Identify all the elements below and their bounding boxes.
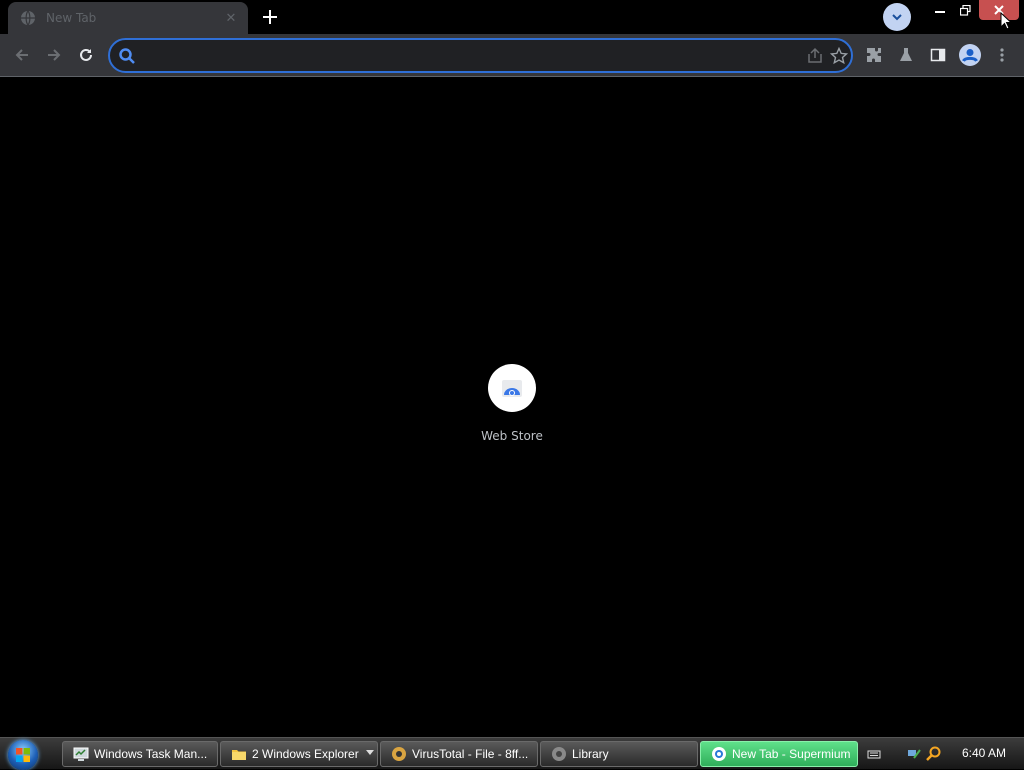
tab-title: New Tab: [46, 11, 97, 25]
profile-button[interactable]: [958, 43, 982, 67]
restore-icon: [959, 4, 971, 16]
taskbar-item-windows-explorer[interactable]: 2 Windows Explorer: [220, 741, 378, 767]
side-panel-button[interactable]: [926, 43, 950, 67]
chevron-down-icon: [892, 14, 902, 21]
menu-button[interactable]: [990, 43, 1014, 67]
taskbar-item-label: New Tab - Supermium: [732, 747, 851, 761]
supermium-icon: [712, 747, 726, 761]
tab-search-button[interactable]: [883, 3, 911, 31]
bookmark-star-icon[interactable]: [830, 47, 848, 65]
taskbar-item-library[interactable]: Library: [540, 741, 698, 767]
forward-button[interactable]: [42, 43, 66, 67]
restore-button[interactable]: [953, 0, 977, 20]
minimize-icon: [935, 11, 945, 13]
start-button[interactable]: [8, 740, 38, 770]
puzzle-icon: [867, 48, 881, 62]
back-button[interactable]: [10, 43, 34, 67]
side-panel-icon: [930, 48, 946, 62]
supermium-icon: [392, 747, 406, 761]
shortcut-label: Web Store: [481, 429, 543, 443]
web-store-icon: [502, 380, 522, 397]
share-icon[interactable]: [806, 47, 824, 65]
address-input[interactable]: [142, 44, 786, 68]
minimize-button[interactable]: [928, 0, 952, 20]
taskbar-item-new-tab-supermium[interactable]: New Tab - Supermium: [700, 741, 858, 767]
avatar-icon: [959, 44, 981, 66]
plus-icon: [263, 10, 277, 24]
reload-icon: [80, 48, 92, 61]
search-icon: [119, 48, 135, 64]
taskbar-item-task-manager[interactable]: Windows Task Man...: [62, 741, 218, 767]
tab-close-icon[interactable]: ✕: [222, 9, 240, 27]
mouse-cursor-icon: [1000, 12, 1012, 30]
network-icon[interactable]: [906, 746, 922, 762]
taskbar-item-label: Windows Task Man...: [94, 747, 208, 761]
taskbar-item-label: VirusTotal - File - 8ff...: [412, 747, 529, 761]
chevron-down-icon[interactable]: [366, 750, 374, 755]
shortcut-tile[interactable]: [488, 364, 536, 412]
new-tab-button[interactable]: [258, 5, 282, 29]
taskbar-item-label: Library: [572, 747, 609, 761]
taskbar-item-virustotal[interactable]: VirusTotal - File - 8ff...: [380, 741, 538, 767]
magnifier-icon[interactable]: [926, 746, 942, 762]
library-icon: [552, 747, 566, 761]
taskbar-item-label: 2 Windows Explorer: [252, 747, 359, 761]
folder-icon: [232, 750, 246, 760]
flask-icon: [900, 48, 912, 61]
browser-toolbar: [0, 34, 1024, 76]
tab-new-tab[interactable]: New Tab ✕: [8, 2, 248, 34]
address-bar[interactable]: [108, 38, 853, 73]
task-manager-icon: [73, 747, 89, 761]
new-tab-page: Web Store: [0, 77, 1024, 737]
arrow-right-icon: [48, 49, 61, 61]
shortcut-web-store[interactable]: Web Store: [472, 364, 552, 454]
extensions-button[interactable]: [862, 43, 886, 67]
taskbar-clock[interactable]: 6:40 AM: [962, 746, 1006, 760]
globe-icon: [20, 10, 36, 26]
arrow-left-icon: [15, 49, 28, 61]
labs-button[interactable]: [894, 43, 918, 67]
windows-logo-icon: [16, 748, 30, 762]
taskbar: Windows Task Man... 2 Windows Explorer V…: [0, 737, 1024, 770]
reload-button[interactable]: [74, 43, 98, 67]
tab-strip: New Tab ✕: [0, 0, 1024, 34]
kebab-menu-icon: [1000, 48, 1004, 62]
keyboard-icon[interactable]: [866, 746, 882, 762]
close-window-button[interactable]: [979, 0, 1019, 20]
